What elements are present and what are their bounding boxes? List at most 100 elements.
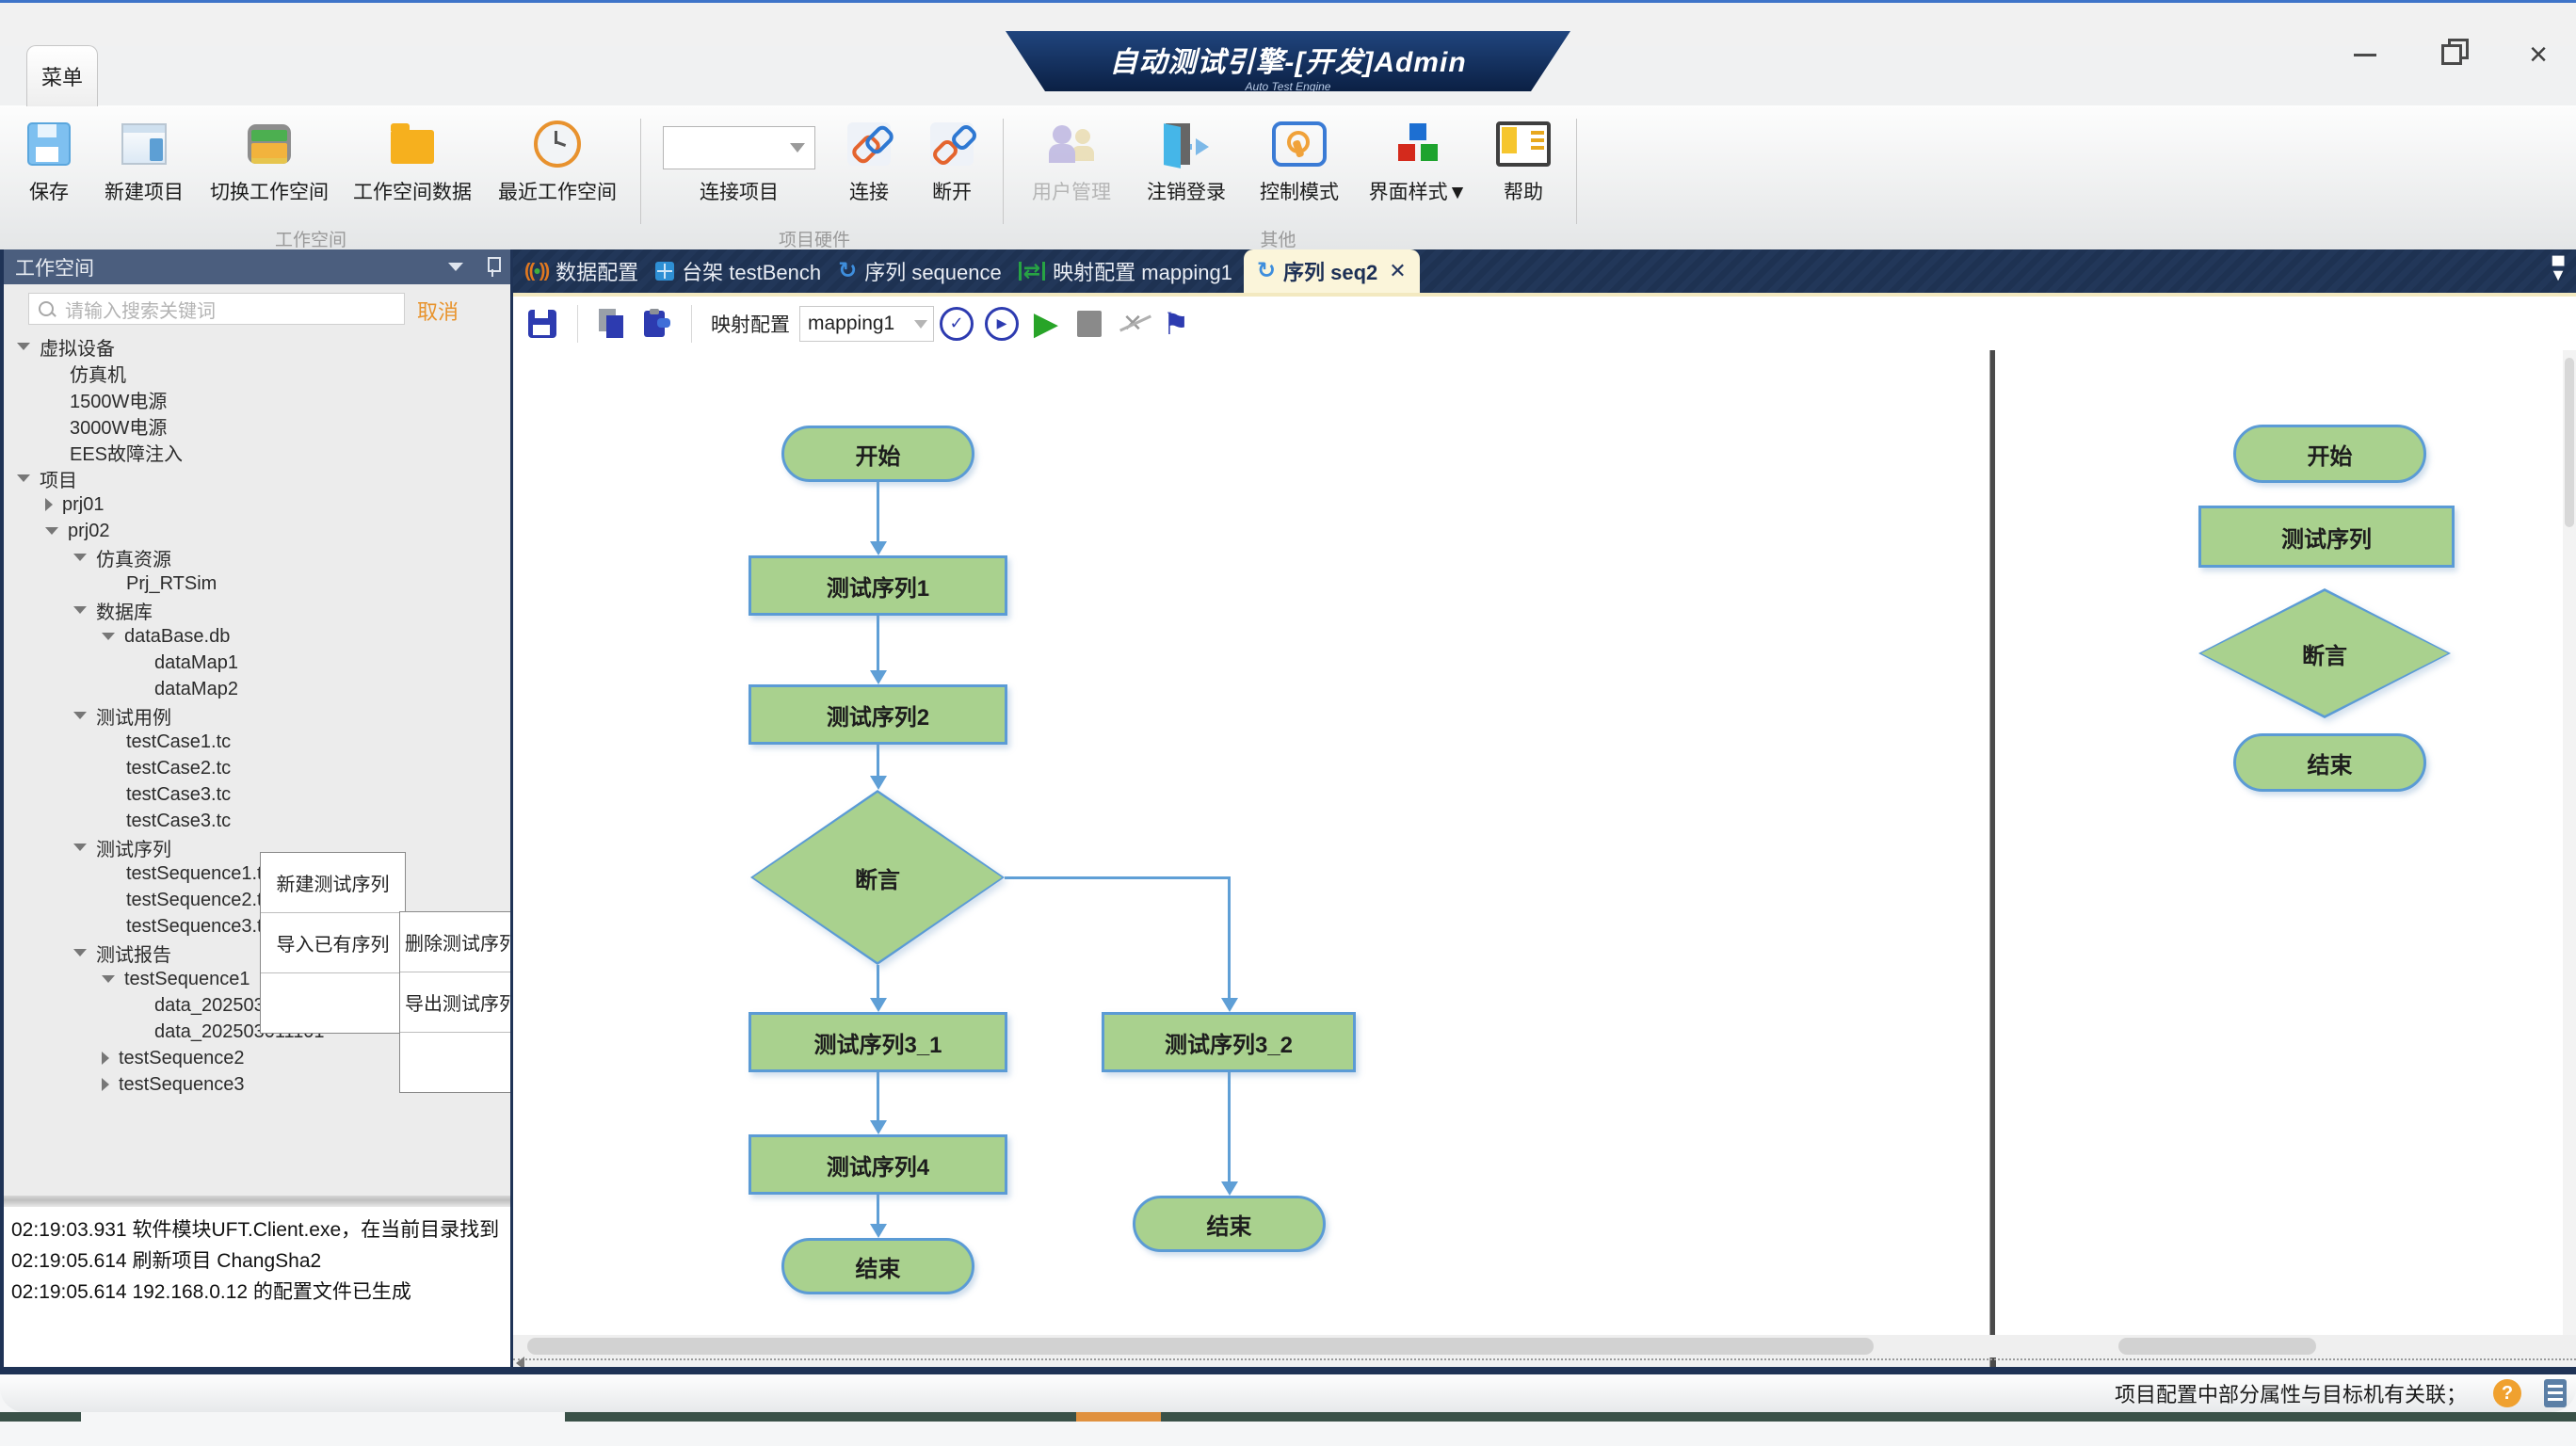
connect-button[interactable]: 连接 [831, 115, 907, 205]
panel-splitter[interactable] [4, 1196, 510, 1207]
tree-item[interactable]: testCase3.tc [102, 808, 231, 834]
flow-node-end[interactable]: 结束 [781, 1238, 974, 1294]
mapping-select[interactable]: mapping1 [799, 306, 934, 342]
tree-item[interactable]: testSequence1 [102, 966, 250, 992]
tree-expand-icon[interactable] [17, 474, 30, 482]
tree-item[interactable]: 测试报告 [73, 940, 171, 966]
flow-node-seq2[interactable]: 测试序列2 [749, 684, 1007, 745]
scrollbar-thumb[interactable] [2565, 358, 2574, 527]
minimize-button[interactable] [2348, 38, 2382, 72]
tree-item[interactable]: testCase2.tc [102, 755, 231, 781]
step-run-button[interactable]: ▶ [985, 303, 1019, 345]
flow-node-seq4[interactable]: 测试序列4 [749, 1134, 1007, 1195]
doc-tab[interactable]: ↻序列 sequence [832, 249, 1007, 293]
connect-project-combo[interactable]: 连接项目 [654, 115, 824, 205]
flag-button[interactable]: ⚑ [1160, 303, 1192, 345]
tree-item[interactable]: 测试用例 [73, 702, 171, 729]
save-button[interactable]: 保存 [11, 115, 87, 205]
flow-node-seq1[interactable]: 测试序列1 [749, 555, 1007, 616]
tree-item[interactable]: testCase3.tc [102, 781, 231, 808]
tree-item[interactable]: 1500W电源 [45, 386, 167, 412]
menu-item[interactable]: 新建测试序列 [261, 853, 405, 913]
tab-overflow-icon[interactable]: ▀▼ [2550, 261, 2567, 280]
doc-tab[interactable]: ((●))数据配置 [519, 249, 644, 293]
tree-expand-icon[interactable] [45, 527, 58, 535]
tree-item[interactable]: 项目 [17, 465, 77, 491]
editor-save-button[interactable] [526, 303, 558, 345]
paste-button[interactable] [640, 303, 672, 345]
doc-tab[interactable]: 台架 testBench [650, 249, 827, 293]
run-button[interactable]: ▶ [1030, 303, 1062, 345]
flow-node-seq3-2[interactable]: 测试序列3_2 [1102, 1012, 1356, 1072]
tree-item[interactable]: 仿真机 [45, 360, 126, 386]
menu-item[interactable]: 导出测试序列 [400, 972, 513, 1033]
tree-item[interactable]: 3000W电源 [45, 412, 167, 439]
palette-node-start[interactable]: 开始 [2233, 425, 2426, 483]
disconnect-button[interactable]: 断开 [914, 115, 990, 205]
help-circle-icon[interactable]: ? [2493, 1379, 2521, 1407]
horizontal-scrollbar[interactable] [513, 1335, 2576, 1358]
tree-item[interactable]: testSequence1.ts [102, 860, 272, 887]
tree-item[interactable]: testSequence2.ts [102, 887, 272, 913]
switch-workspace-button[interactable]: 切换工作空间 [201, 115, 337, 205]
validate-button[interactable]: ✓ [940, 303, 974, 345]
ui-style-button[interactable]: 界面样式▼ [1360, 115, 1476, 205]
control-mode-button[interactable]: 控制模式 [1247, 115, 1352, 205]
tree-expand-icon[interactable] [102, 1052, 109, 1065]
palette-node-sequence[interactable]: 测试序列 [2198, 506, 2455, 568]
palette-node-assert[interactable]: 断言 [2198, 588, 2451, 718]
tree-item[interactable]: dataMap2 [130, 676, 238, 702]
palette-node-end[interactable]: 结束 [2233, 733, 2426, 792]
close-button[interactable]: × [2521, 38, 2555, 72]
tree-expand-icon[interactable] [73, 606, 87, 614]
clear-button[interactable]: ✕ [1117, 303, 1149, 345]
recent-workspace-button[interactable]: 最近工作空间 [488, 115, 627, 205]
flow-node-seq3-1[interactable]: 测试序列3_1 [749, 1012, 1007, 1072]
menu-tab[interactable]: 菜单 [26, 45, 98, 106]
tree-item[interactable]: testSequence3.ts [102, 913, 272, 940]
tree-expand-icon[interactable] [102, 633, 115, 640]
logout-button[interactable]: 注销登录 [1134, 115, 1239, 205]
scrollbar-thumb[interactable] [527, 1338, 1874, 1355]
tree-expand-icon[interactable] [45, 498, 53, 511]
menu-item[interactable] [400, 1033, 513, 1092]
stop-button[interactable] [1073, 303, 1105, 345]
pin-icon[interactable] [486, 257, 499, 278]
vertical-scrollbar[interactable] [2563, 350, 2576, 1335]
tree-expand-icon[interactable] [73, 949, 87, 956]
search-input[interactable]: 请输入搜索关键词 [28, 293, 405, 325]
new-project-button[interactable]: 新建项目 [94, 115, 194, 205]
tree-item[interactable]: prj01 [45, 491, 104, 518]
flow-node-assert[interactable]: 断言 [750, 790, 1005, 965]
tree-expand-icon[interactable] [73, 554, 87, 561]
tree-expand-icon[interactable] [17, 343, 30, 350]
menu-item[interactable] [261, 973, 405, 1033]
collapse-panel-icon[interactable] [448, 263, 463, 271]
tree-item[interactable]: dataMap1 [130, 650, 238, 676]
tree-item[interactable]: prj02 [45, 518, 109, 544]
menu-item[interactable]: 删除测试序列 [400, 912, 513, 972]
doc-tab[interactable]: ↻序列 seq2✕ [1244, 249, 1420, 293]
menu-item[interactable]: 导入已有序列 [261, 913, 405, 973]
tree-item[interactable]: testSequence2 [102, 1045, 244, 1071]
search-cancel-link[interactable]: 取消 [417, 296, 459, 326]
sequence-canvas[interactable]: 开始 测试序列1 测试序列2 断言 测试序列3_1 测试序列3_2 测试序列4 … [513, 350, 1989, 1335]
flow-node-end-2[interactable]: 结束 [1133, 1196, 1326, 1252]
tree-expand-icon[interactable] [73, 712, 87, 719]
tree-item[interactable]: testSequence3 [102, 1071, 244, 1098]
workspace-data-button[interactable]: 工作空间数据 [345, 115, 480, 205]
document-icon[interactable] [2544, 1379, 2567, 1407]
help-button[interactable]: 帮助 [1484, 115, 1563, 205]
tree-item[interactable]: 虚拟设备 [17, 333, 115, 360]
tree-item[interactable]: dataBase.db [102, 623, 230, 650]
tree-item[interactable]: EES故障注入 [45, 439, 183, 465]
copy-button[interactable] [597, 303, 629, 345]
tree-item[interactable]: testCase1.tc [102, 729, 231, 755]
tree-item[interactable]: Prj_RTSim [102, 570, 217, 597]
restore-button[interactable] [2435, 38, 2469, 72]
flow-node-start[interactable]: 开始 [781, 426, 974, 482]
doc-tab[interactable]: ⇄映射配置 mapping1 [1013, 249, 1238, 293]
tree-expand-icon[interactable] [102, 975, 115, 983]
tree-item[interactable]: 测试序列 [73, 834, 171, 860]
tree-expand-icon[interactable] [102, 1078, 109, 1091]
